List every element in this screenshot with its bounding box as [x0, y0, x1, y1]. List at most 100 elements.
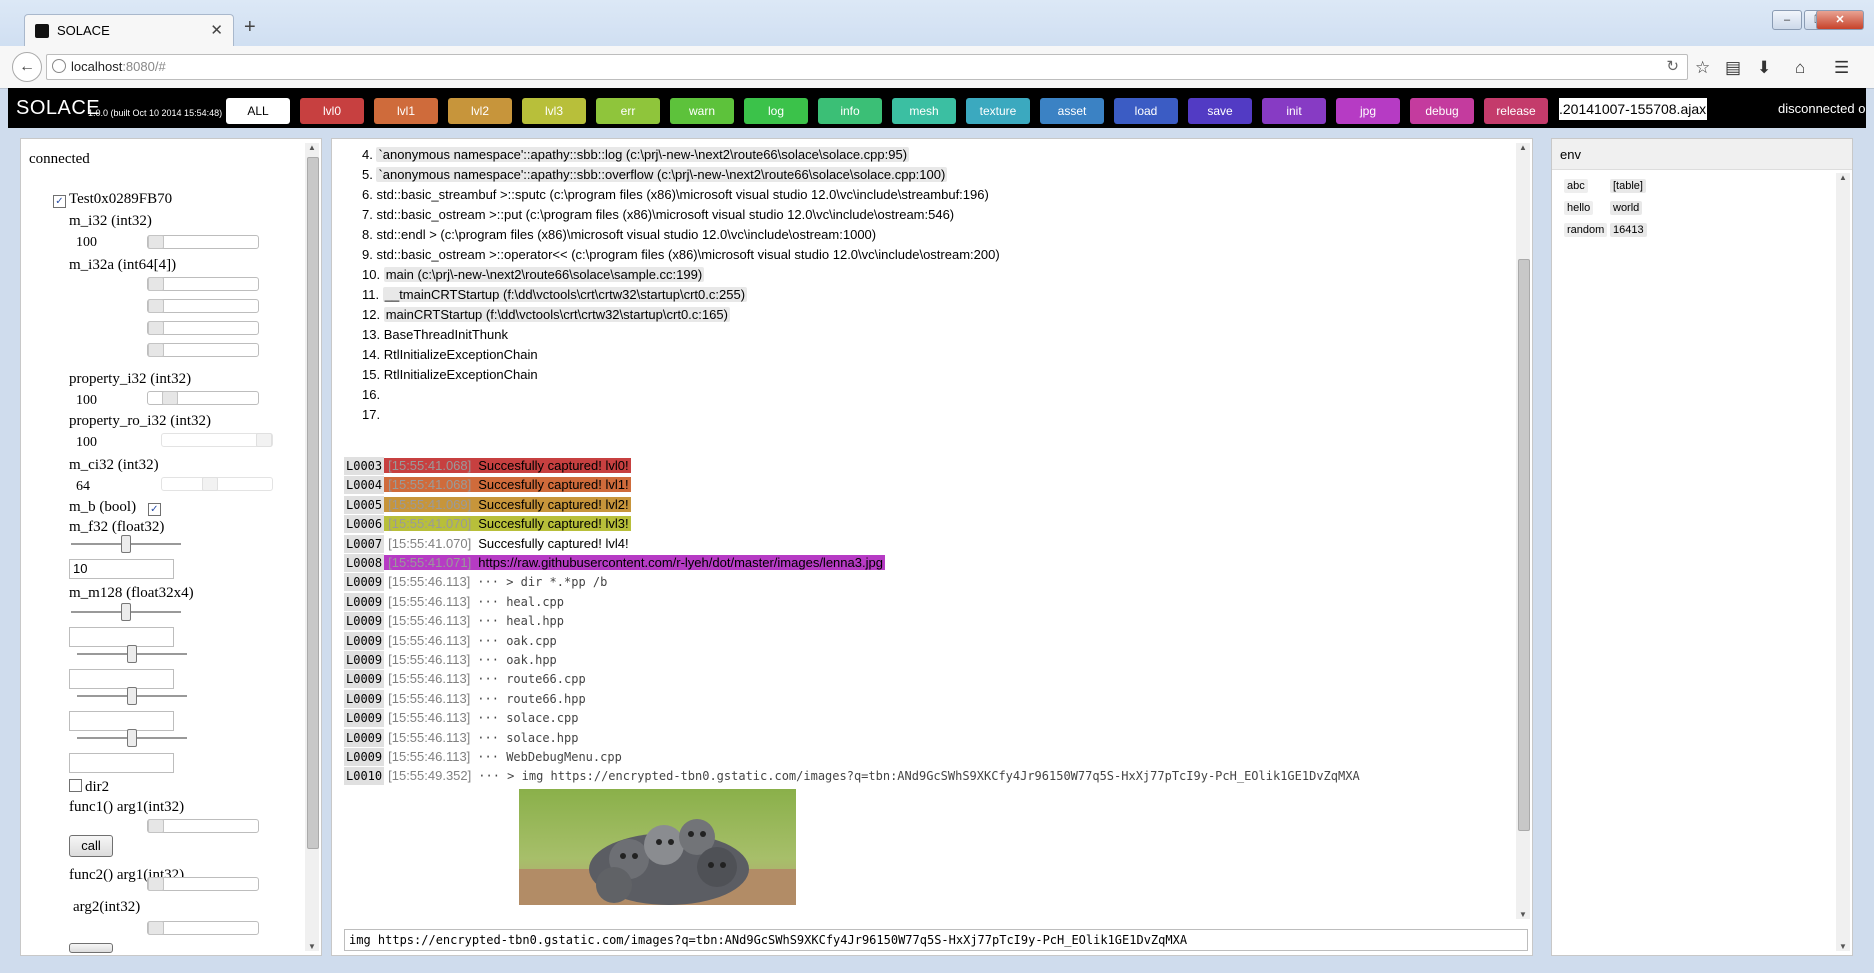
command-input[interactable]: img https://encrypted-tbn0.gstatic.com/i…	[344, 929, 1528, 951]
tab-env[interactable]: env	[1560, 147, 1581, 162]
filter-button-release[interactable]: release	[1484, 98, 1548, 124]
inspector-panel: connected ✓ Test0x0289FB70 m_i32 (int32) …	[20, 138, 322, 956]
log-row[interactable]: L0009 [15:55:46.113] ··· route66.cpp	[344, 670, 588, 689]
log-message: ··· route66.cpp	[477, 672, 586, 687]
filter-button-warn[interactable]: warn	[670, 98, 734, 124]
bookmark-star-icon[interactable]: ☆	[1695, 58, 1710, 78]
property-i32-slider[interactable]	[147, 391, 259, 405]
root-checkbox[interactable]: ✓	[53, 195, 66, 208]
log-row[interactable]: L0009 [15:55:46.113] ··· oak.hpp	[344, 651, 559, 669]
func2-arg1-slider[interactable]	[147, 877, 259, 891]
func1-arg1-slider[interactable]	[147, 819, 259, 833]
property-ro-i32-slider	[161, 433, 273, 447]
func2-arg2-slider[interactable]	[147, 921, 259, 935]
log-row[interactable]: L0010 [15:55:49.352] ··· > img https://enc…	[344, 767, 1362, 786]
log-row[interactable]: L0006 [15:55:41.070] Succesfully captured!…	[344, 515, 631, 534]
trace-line: 11. __tmainCRTStartup (f:\dd\vctools\crt…	[362, 287, 748, 302]
log-row[interactable]: L0008 [15:55:41.071] https://raw.githubuse…	[344, 554, 885, 572]
log-row[interactable]: L0004 [15:55:41.068] Succesfully captured!…	[344, 476, 631, 495]
scroll-thumb[interactable]	[307, 157, 319, 849]
m-b-checkbox[interactable]: ✓	[147, 503, 161, 516]
log-row[interactable]: L0009 [15:55:46.113] ··· heal.cpp	[344, 592, 566, 611]
reload-icon[interactable]: ↻	[1666, 57, 1679, 75]
log-row[interactable]: L0009 [15:55:46.113] ··· WebDebugMenu.cpp	[344, 748, 624, 766]
trace-text: `anonymous namespace'::apathy::sbb::over…	[376, 167, 948, 182]
func1-call-button[interactable]: call	[69, 835, 113, 857]
filter-button-load[interactable]: load	[1114, 98, 1178, 124]
m-i32-slider[interactable]	[147, 235, 259, 249]
filter-button-texture[interactable]: texture	[966, 98, 1030, 124]
m-f32-input[interactable]: 10	[69, 559, 174, 579]
minimize-icon[interactable]: –	[1772, 10, 1802, 30]
scroll-down-icon[interactable]: ▼	[305, 942, 319, 951]
filter-button-mesh[interactable]: mesh	[892, 98, 956, 124]
filter-button-lvl2[interactable]: lvl2	[448, 98, 512, 124]
slider-knob[interactable]	[148, 235, 164, 249]
address-bar[interactable]: localhost:8080/# ↻	[46, 54, 1688, 80]
filter-button-init[interactable]: init	[1262, 98, 1326, 124]
app-version: 1.0.0 (built Oct 10 2014 15:54:48)	[88, 108, 223, 118]
m-i32a-slider-2[interactable]	[147, 321, 259, 335]
home-icon[interactable]: ⌂	[1795, 58, 1805, 78]
m-i32a-slider-0[interactable]	[147, 277, 259, 291]
m-m128-slider-1[interactable]	[77, 645, 187, 663]
m-m128-slider-0[interactable]	[71, 603, 181, 621]
filter-button-save[interactable]: save	[1188, 98, 1252, 124]
log-id: L0009	[344, 670, 385, 689]
filter-button-lvl3[interactable]: lvl3	[522, 98, 586, 124]
inspector-scrollbar[interactable]: ▲ ▼	[305, 143, 319, 951]
m-m128-label: m_m128 (float32x4)	[69, 585, 194, 601]
dir2-item[interactable]: dir2	[69, 779, 109, 796]
log-row[interactable]: L0009 [15:55:46.113] ··· heal.hpp	[344, 612, 566, 631]
filter-button-lvl0[interactable]: lvl0	[300, 98, 364, 124]
menu-icon[interactable]: ☰	[1834, 58, 1849, 78]
m-m128-input-2[interactable]	[69, 711, 174, 731]
log-timestamp: [15:55:41.068]	[384, 458, 477, 473]
filter-button-log[interactable]: log	[744, 98, 808, 124]
m-m128-input-3[interactable]	[69, 753, 174, 773]
filter-button-all[interactable]: ALL	[226, 98, 290, 124]
m-m128-input-0[interactable]	[69, 627, 174, 647]
m-i32a-slider-3[interactable]	[147, 343, 259, 357]
log-row[interactable]: L0009 [15:55:46.113] ··· > dir *.*pp /b	[344, 573, 609, 592]
m-m128-slider-3[interactable]	[77, 729, 187, 747]
scroll-down-icon[interactable]: ▼	[1516, 910, 1530, 919]
close-tab-icon[interactable]: ✕	[210, 21, 223, 39]
dir2-checkbox[interactable]	[69, 779, 82, 792]
env-scrollbar[interactable]: ▲ ▼	[1836, 173, 1850, 951]
reading-list-icon[interactable]: ▤	[1725, 58, 1741, 78]
m-m128-slider-2[interactable]	[77, 687, 187, 705]
filter-button-jpg[interactable]: jpg	[1336, 98, 1400, 124]
download-icon[interactable]: ⬇	[1757, 58, 1771, 78]
window-close-icon[interactable]: ✕	[1816, 10, 1864, 30]
m-i32a-slider-1[interactable]	[147, 299, 259, 313]
log-row[interactable]: L0009 [15:55:46.113] ··· oak.cpp	[344, 631, 559, 650]
filter-button-debug[interactable]: debug	[1410, 98, 1474, 124]
log-row[interactable]: L0007 [15:55:41.070] Succesfully captured!…	[344, 534, 631, 553]
browser-tab[interactable]: SOLACE ✕	[24, 14, 234, 47]
back-icon[interactable]: ←	[12, 52, 42, 82]
filter-button-err[interactable]: err	[596, 98, 660, 124]
log-row[interactable]: L0009 [15:55:46.113] ··· route66.hpp	[344, 689, 588, 708]
log-row[interactable]: L0003 [15:55:41.068] Succesfully captured!…	[344, 457, 631, 475]
m-f32-slider[interactable]	[71, 535, 181, 553]
session-file-input[interactable]: .20141007-155708.ajax	[1559, 98, 1707, 120]
scroll-down-icon[interactable]: ▼	[1836, 942, 1850, 951]
m-m128-input-1[interactable]	[69, 669, 174, 689]
filter-button-info[interactable]: info	[818, 98, 882, 124]
scroll-thumb[interactable]	[1518, 259, 1530, 831]
trace-number: 9.	[362, 247, 373, 262]
root-object[interactable]: ✓ Test0x0289FB70	[53, 191, 172, 208]
filter-button-lvl1[interactable]: lvl1	[374, 98, 438, 124]
scroll-up-icon[interactable]: ▲	[305, 143, 319, 152]
func2-call-button[interactable]	[69, 943, 113, 953]
scroll-up-icon[interactable]: ▲	[1516, 143, 1530, 152]
log-row[interactable]: L0009 [15:55:46.113] ··· solace.hpp	[344, 728, 580, 747]
new-tab-icon[interactable]: +	[244, 16, 256, 39]
scroll-up-icon[interactable]: ▲	[1836, 173, 1850, 182]
console-scrollbar[interactable]: ▲ ▼	[1516, 143, 1530, 919]
log-row[interactable]: L0005 [15:55:41.069] Succesfully captured!…	[344, 495, 631, 514]
filter-button-asset[interactable]: asset	[1040, 98, 1104, 124]
log-timestamp: [15:55:41.070]	[388, 535, 472, 551]
log-row[interactable]: L0009 [15:55:46.113] ··· solace.cpp	[344, 709, 580, 728]
